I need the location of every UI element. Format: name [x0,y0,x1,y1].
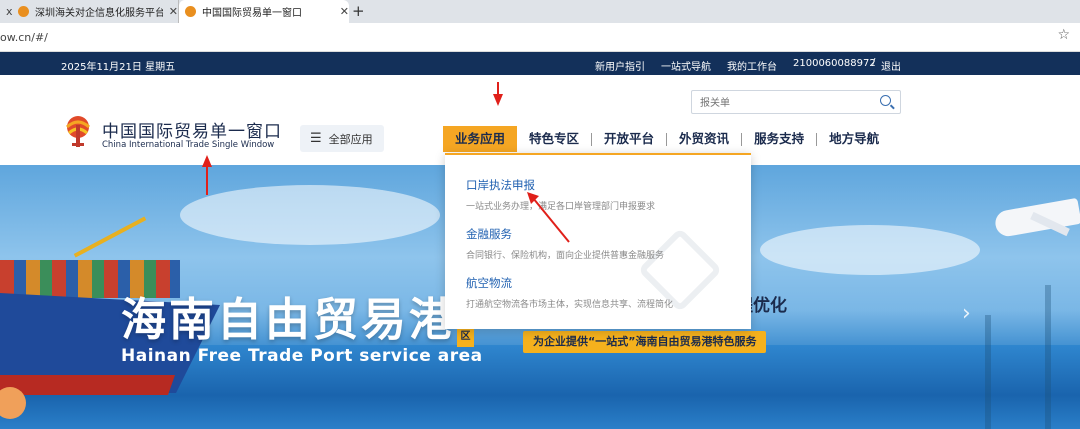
dropdown-item-title[interactable]: 航空物流 [466,275,673,291]
account-id: 2100060088972 [793,58,876,69]
tab-title: 深圳海关对企信息化服务平台（表 [35,8,163,19]
all-apps-label: 全部应用 [328,132,373,146]
logo-subtitle: China International Trade Single Window [102,140,275,150]
nav-service-support[interactable]: 服务支持 [742,126,816,152]
logout-link[interactable]: 退出 [881,58,901,73]
logo-title[interactable]: 中国国际贸易单一窗口 [102,117,282,142]
nav-open-platform[interactable]: 开放平台 [592,126,666,152]
dropdown-item-desc: 打通航空物流各市场主体，实现信息共享、流程简化 [466,300,674,310]
browser-tab-close-partial[interactable]: x [0,0,14,23]
all-apps-button[interactable]: ☰ 全部应用 [300,125,384,152]
favicon-icon [18,6,29,17]
nav-trade-news[interactable]: 外贸资讯 [667,126,741,152]
url-field[interactable]: ow.cn/#/ [0,31,48,44]
hero-tag: 区 [457,327,474,347]
annotation-arrow-nav [493,82,503,106]
favicon-icon [185,6,196,17]
address-bar: ow.cn/#/ ☆ [0,23,1080,52]
palm-tree-image [1045,285,1051,429]
utility-links: 新用户指引 一站式导航 我的工作台 [595,58,777,73]
carousel-next-icon[interactable]: › [962,301,971,326]
hero-title: 海南自由贸易港 [121,293,458,346]
palm-tree-image [985,315,991,429]
browser-tab-single-window[interactable]: 中国国际贸易单一窗口 ✕ [179,0,349,23]
search-icon[interactable] [880,95,891,106]
separator: / [872,57,876,68]
search-box[interactable] [691,90,901,115]
my-workbench-link[interactable]: 我的工作台 [727,58,777,73]
one-stop-nav-link[interactable]: 一站式导航 [661,58,711,73]
hero-badge: 为企业提供“一站式”海南自由贸易港特色服务 [523,331,767,353]
current-date: 2025年11月21日 星期五 [61,62,176,73]
top-utility-bar: 2025年11月21日 星期五 新用户指引 一站式导航 我的工作台 210006… [0,52,1080,75]
menu-icon: ☰ [310,131,322,146]
nav-local-navigation[interactable]: 地方导航 [817,126,891,152]
browser-tab-customs[interactable]: 深圳海关对企信息化服务平台（表 ✕ [14,0,179,23]
nav-business-apps[interactable]: 业务应用 [443,126,518,152]
logo-emblem-icon [65,116,91,147]
new-user-guide-link[interactable]: 新用户指引 [595,58,645,73]
ship-stripe-image [0,375,175,395]
tab-title: 中国国际贸易单一窗口 [202,8,302,19]
new-tab-button[interactable]: + [352,2,365,20]
site-header: 中国国际贸易单一窗口 China International Trade Sin… [0,75,1080,165]
hero-subtitle: Hainan Free Trade Port service area [121,346,483,366]
tab-close-icon[interactable]: ✕ [169,5,178,18]
business-apps-dropdown: 口岸执法申报 一站式业务办理，满足各口岸管理部门申报要求 金融服务 合同银行、保… [445,153,751,329]
nav-featured-zone[interactable]: 特色专区 [517,126,591,152]
main-nav: 业务应用 特色专区 开放平台 外贸资讯 服务支持 地方导航 [443,126,891,152]
browser-tab-bar: x 深圳海关对企信息化服务平台（表 ✕ 中国国际贸易单一窗口 ✕ + [0,0,1080,23]
cloud-decoration [760,225,980,275]
star-icon[interactable]: ☆ [1057,27,1070,43]
search-input[interactable] [692,92,862,115]
crane-image [73,216,147,258]
dropdown-item-air-logistics[interactable]: 航空物流 打通航空物流各市场主体，实现信息共享、流程简化 [466,275,673,310]
annotation-arrow-dropdown [527,192,570,243]
cloud-decoration [180,185,440,245]
tab-close-icon[interactable]: ✕ [340,5,349,18]
annotation-arrow-logo [202,155,212,195]
